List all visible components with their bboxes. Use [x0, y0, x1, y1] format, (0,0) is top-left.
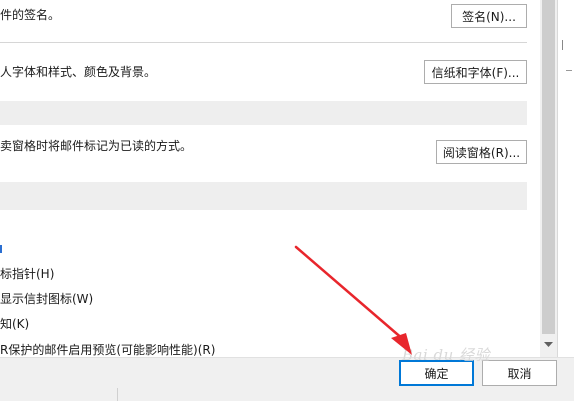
red-arrow-annotation	[294, 245, 412, 355]
